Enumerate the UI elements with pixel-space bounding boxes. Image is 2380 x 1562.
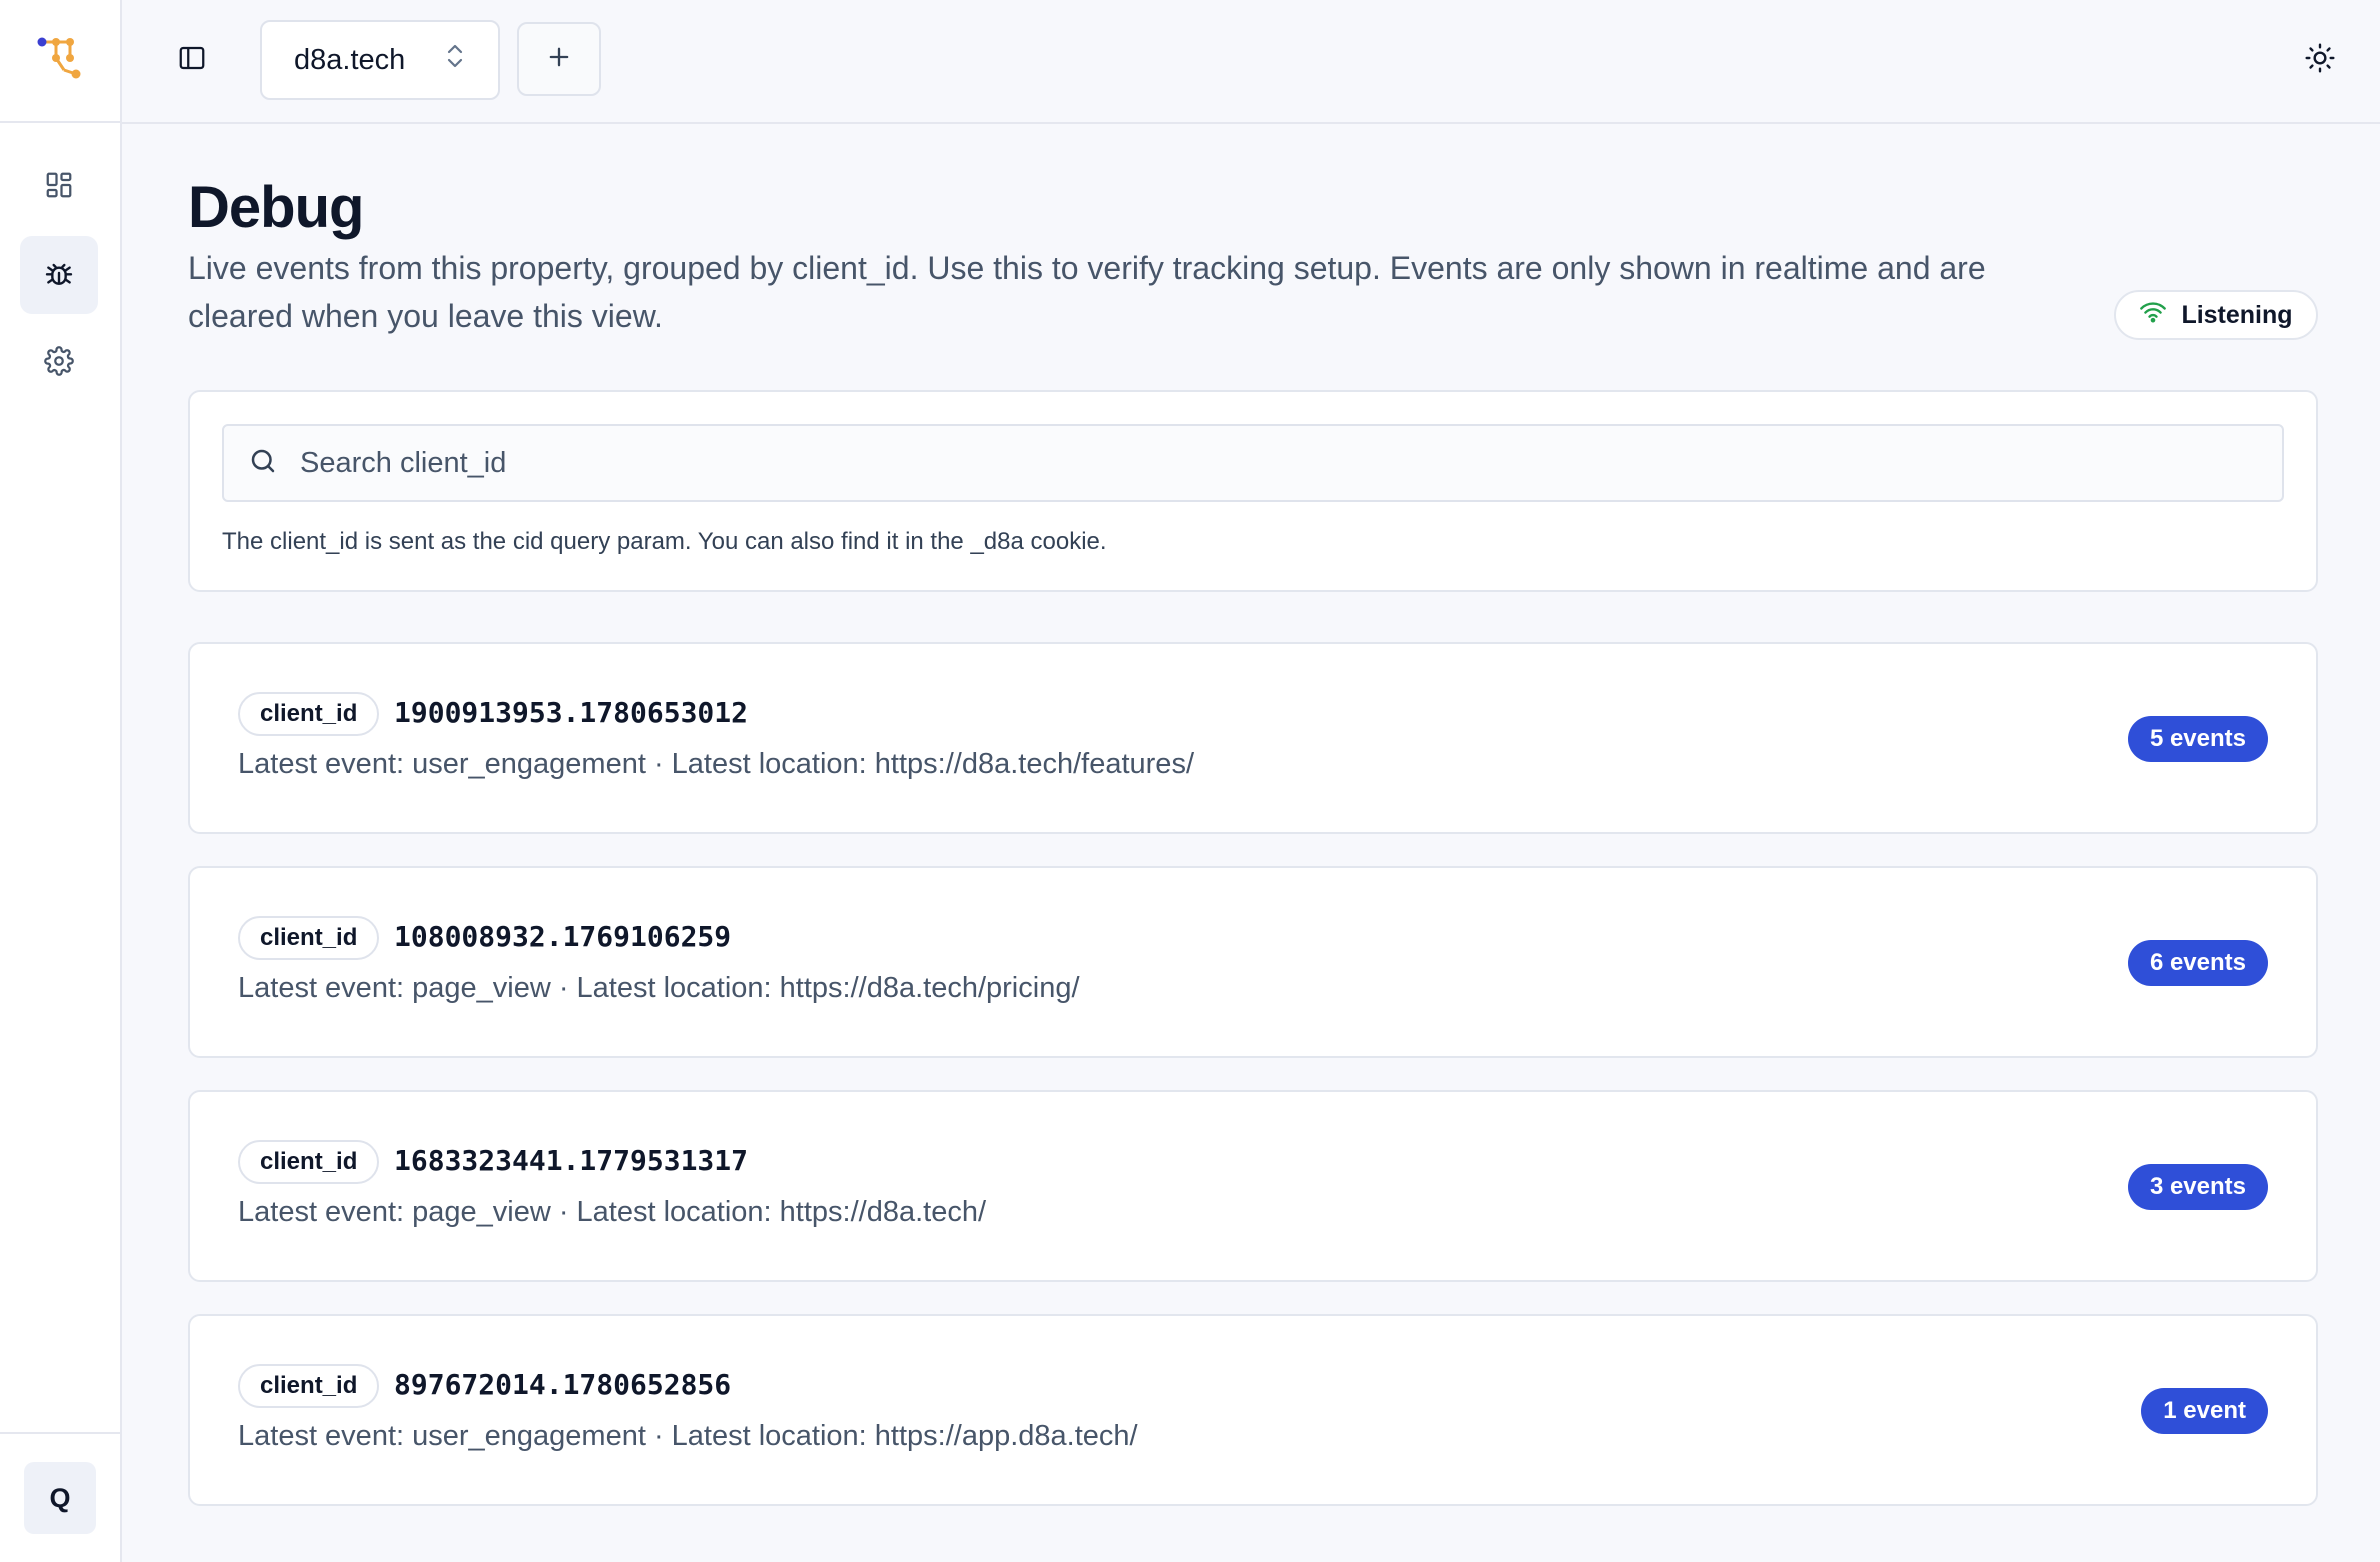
client-id-value: 1683323441.1779531317 xyxy=(394,1144,749,1177)
nav-debug[interactable] xyxy=(20,236,98,314)
user-initial: Q xyxy=(49,1482,71,1513)
event-count-badge: 1 event xyxy=(2141,1388,2268,1434)
client-card[interactable]: client_id 1900913953.1780653012 Latest e… xyxy=(188,642,2318,834)
event-count-badge: 5 events xyxy=(2127,716,2268,762)
chevron-up-down-icon xyxy=(444,42,466,78)
client-latest-meta: Latest event: user_engagement · Latest l… xyxy=(238,748,1194,780)
client-latest-meta: Latest event: page_view · Latest locatio… xyxy=(238,1196,987,1228)
user-avatar[interactable]: Q xyxy=(24,1462,96,1534)
event-count-badge: 6 events xyxy=(2127,940,2268,986)
client-id-value: 108008932.1769106259 xyxy=(394,920,732,953)
bug-icon xyxy=(43,257,75,294)
wifi-icon xyxy=(2139,300,2167,331)
client-id-tag: client_id xyxy=(238,1140,380,1184)
nav-settings[interactable] xyxy=(20,324,98,402)
sidebar-footer: Q xyxy=(0,1432,120,1562)
sidebar: Q xyxy=(0,0,122,1562)
property-name: d8a.tech xyxy=(294,43,406,76)
client-id-tag: client_id xyxy=(238,692,380,736)
page-description: Live events from this property, grouped … xyxy=(188,250,1986,334)
theme-toggle-button[interactable] xyxy=(2300,40,2340,80)
page-title: Debug xyxy=(188,175,364,240)
listening-label: Listening xyxy=(2181,300,2293,329)
search-field[interactable] xyxy=(222,424,2284,502)
sidebar-toggle-button[interactable] xyxy=(172,40,212,80)
gear-icon xyxy=(44,345,74,381)
client-id-value: 897672014.1780652856 xyxy=(394,1368,732,1401)
client-card[interactable]: client_id 897672014.1780652856 Latest ev… xyxy=(188,1314,2318,1506)
property-selector[interactable]: d8a.tech xyxy=(260,20,500,100)
plus-icon xyxy=(545,43,573,76)
client-latest-meta: Latest event: page_view · Latest locatio… xyxy=(238,972,1080,1004)
event-count-badge: 3 events xyxy=(2127,1164,2268,1210)
add-property-button[interactable] xyxy=(517,22,601,96)
client-id-tag: client_id xyxy=(238,1364,380,1408)
client-id-value: 1900913953.1780653012 xyxy=(394,696,749,729)
search-hint: The client_id is sent as the cid query p… xyxy=(222,528,1107,555)
dashboard-grid-icon xyxy=(44,170,74,205)
brand xyxy=(0,0,120,123)
client-latest-meta: Latest event: user_engagement · Latest l… xyxy=(238,1420,1138,1452)
client-card[interactable]: client_id 1683323441.1779531317 Latest e… xyxy=(188,1090,2318,1282)
search-icon xyxy=(248,446,278,481)
search-card: The client_id is sent as the cid query p… xyxy=(188,390,2318,592)
sun-icon xyxy=(2304,42,2336,79)
d8a-logo-icon[interactable] xyxy=(36,34,84,87)
topbar: d8a.tech xyxy=(122,0,2380,124)
sidebar-toggle-icon xyxy=(177,43,207,78)
nav-dashboard[interactable] xyxy=(20,148,98,226)
client-id-tag: client_id xyxy=(238,916,380,960)
listening-status-badge: Listening xyxy=(2114,290,2318,340)
search-input[interactable] xyxy=(298,445,2102,481)
client-card[interactable]: client_id 108008932.1769106259 Latest ev… xyxy=(188,866,2318,1058)
